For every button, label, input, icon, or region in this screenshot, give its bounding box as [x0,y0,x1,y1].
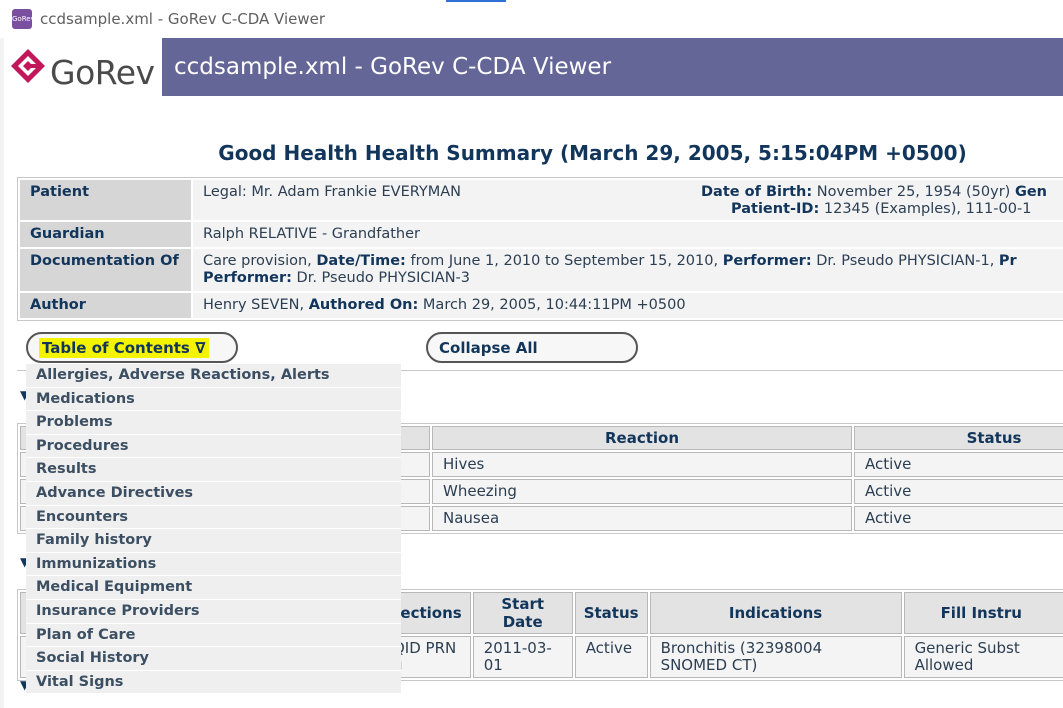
dob-label: Date of Birth: [701,184,813,200]
patient-label: Patient [20,180,191,220]
document-title: Good Health Health Summary (March 29, 20… [218,141,967,165]
toc-item-advance-directives[interactable]: Advance Directives [26,481,401,506]
toc-item-medical-equipment[interactable]: Medical Equipment [26,576,401,600]
author-value: Henry SEVEN, Authored On: March 29, 2005… [193,293,1063,318]
logo-text: GoRev [50,53,155,92]
med-start-line1: 2011-03- [483,639,552,657]
patient-row: Patient Legal: Mr. Adam Frankie EVERYMAN… [20,180,1063,220]
allergy-status-cell: Active [854,479,1063,504]
performer-label-2: Performer: [203,270,292,286]
allergy-reaction-cell: Nausea [432,506,852,531]
allergy-reaction-cell: Hives [432,452,852,477]
author-label: Author [20,293,191,318]
titlebar-accent [446,0,506,2]
toc-item-vital-signs[interactable]: Vital Signs [26,670,401,695]
med-fill-header: Fill Instru [903,592,1063,634]
patient-id-value: 12345 (Examples), 111-00-1 [823,201,1032,217]
med-fill-line2: Allowed [914,656,974,674]
gorev-logo: GoRev [4,38,162,96]
allergy-status-cell: Active [854,452,1063,477]
guardian-value: Ralph RELATIVE - Grandfather [193,222,1063,247]
table-of-contents-menu: Allergies, Adverse Reactions, Alerts Med… [26,364,401,695]
med-start-line2: 01 [483,656,503,674]
table-of-contents-button[interactable]: Table of Contents ∇ [26,332,238,363]
toc-item-encounters[interactable]: Encounters [26,505,401,530]
collapse-all-button[interactable]: Collapse All [426,332,638,363]
window-title: ccdsample.xml - GoRev C-CDA Viewer [40,10,326,28]
med-indications-line1: Bronchitis (32398004 [660,639,823,657]
med-status-header: Status [574,592,648,634]
documentation-row: Documentation Of Care provision, Date/Ti… [20,249,1063,291]
med-indications-line2: SNOMED CT) [660,656,758,674]
allergy-reaction-cell: Wheezing [432,479,852,504]
authored-on-value: March 29, 2005, 10:44:11PM +0500 [418,297,686,313]
app-icon: GoRev [12,9,35,29]
patient-id-label: Patient-ID: [731,201,820,217]
date-time-label: Date/Time: [316,253,406,269]
documentation-label: Documentation Of [20,249,191,291]
patient-value: Legal: Mr. Adam Frankie EVERYMAN Date of… [193,180,1063,220]
med-indications-header: Indications [649,592,902,634]
med-fill-cell: Generic Subst Allowed [903,636,1063,678]
authored-on-label: Authored On: [308,297,419,313]
toc-item-family-history[interactable]: Family history [26,529,401,553]
table-of-contents-label: Table of Contents ∇ [39,338,209,358]
gorev-logo-icon [11,49,45,83]
toc-item-plan-of-care[interactable]: Plan of Care [26,623,401,648]
documentation-value: Care provision, Date/Time: from June 1, … [193,249,1063,291]
performer-value-2: Dr. Pseudo PHYSICIAN-3 [291,270,471,286]
med-status-cell: Active [574,636,648,678]
window-titlebar: GoRev ccdsample.xml - GoRev C-CDA Viewer [0,0,1063,38]
document-header-table: Patient Legal: Mr. Adam Frankie EVERYMAN… [17,177,1063,321]
header-title: ccdsample.xml - GoRev C-CDA Viewer [174,54,612,80]
med-start-header: Start Date [472,592,573,634]
author-name: Henry SEVEN, [203,297,309,313]
toc-item-procedures[interactable]: Procedures [26,434,401,459]
med-indications-cell: Bronchitis (32398004 SNOMED CT) [649,636,902,678]
guardian-row: Guardian Ralph RELATIVE - Grandfather [20,222,1063,247]
window-left-edge [0,38,4,708]
performer-label: Performer: [722,253,812,269]
med-directions-line1: QID PRN [393,639,457,657]
guardian-label: Guardian [20,222,191,247]
toc-item-medications[interactable]: Medications [26,387,401,412]
patient-legal: Legal: Mr. Adam Frankie EVERYMAN [203,184,462,200]
toc-item-insurance-providers[interactable]: Insurance Providers [26,599,401,624]
allergy-status-cell: Active [854,506,1063,531]
author-row: Author Henry SEVEN, Authored On: March 2… [20,293,1063,318]
toc-item-allergies[interactable]: Allergies, Adverse Reactions, Alerts [26,364,401,388]
toc-item-problems[interactable]: Problems [26,411,401,435]
toc-item-results[interactable]: Results [26,458,401,482]
allergy-status-header: Status [854,426,1063,450]
collapse-all-label: Collapse All [439,339,538,357]
care-provision-text: Care provision, [203,253,317,269]
toc-item-social-history[interactable]: Social History [26,647,401,671]
dob-value: November 25, 1954 (50yr) [816,184,1011,200]
header-bar: ccdsample.xml - GoRev C-CDA Viewer [162,38,1063,96]
performer-cut-label: Pr [998,253,1017,269]
performer-value: Dr. Pseudo PHYSICIAN-1, [811,253,999,269]
allergy-reaction-header: Reaction [432,426,852,450]
patient-demographics: Date of Birth: November 25, 1954 (50yr) … [701,184,1047,218]
gender-label: Gen [1014,184,1047,200]
date-time-value: from June 1, 2010 to September 15, 2010, [405,253,723,269]
toc-item-immunizations[interactable]: Immunizations [26,552,401,577]
med-start-cell: 2011-03- 01 [472,636,573,678]
med-fill-line1: Generic Subst [914,639,1020,657]
